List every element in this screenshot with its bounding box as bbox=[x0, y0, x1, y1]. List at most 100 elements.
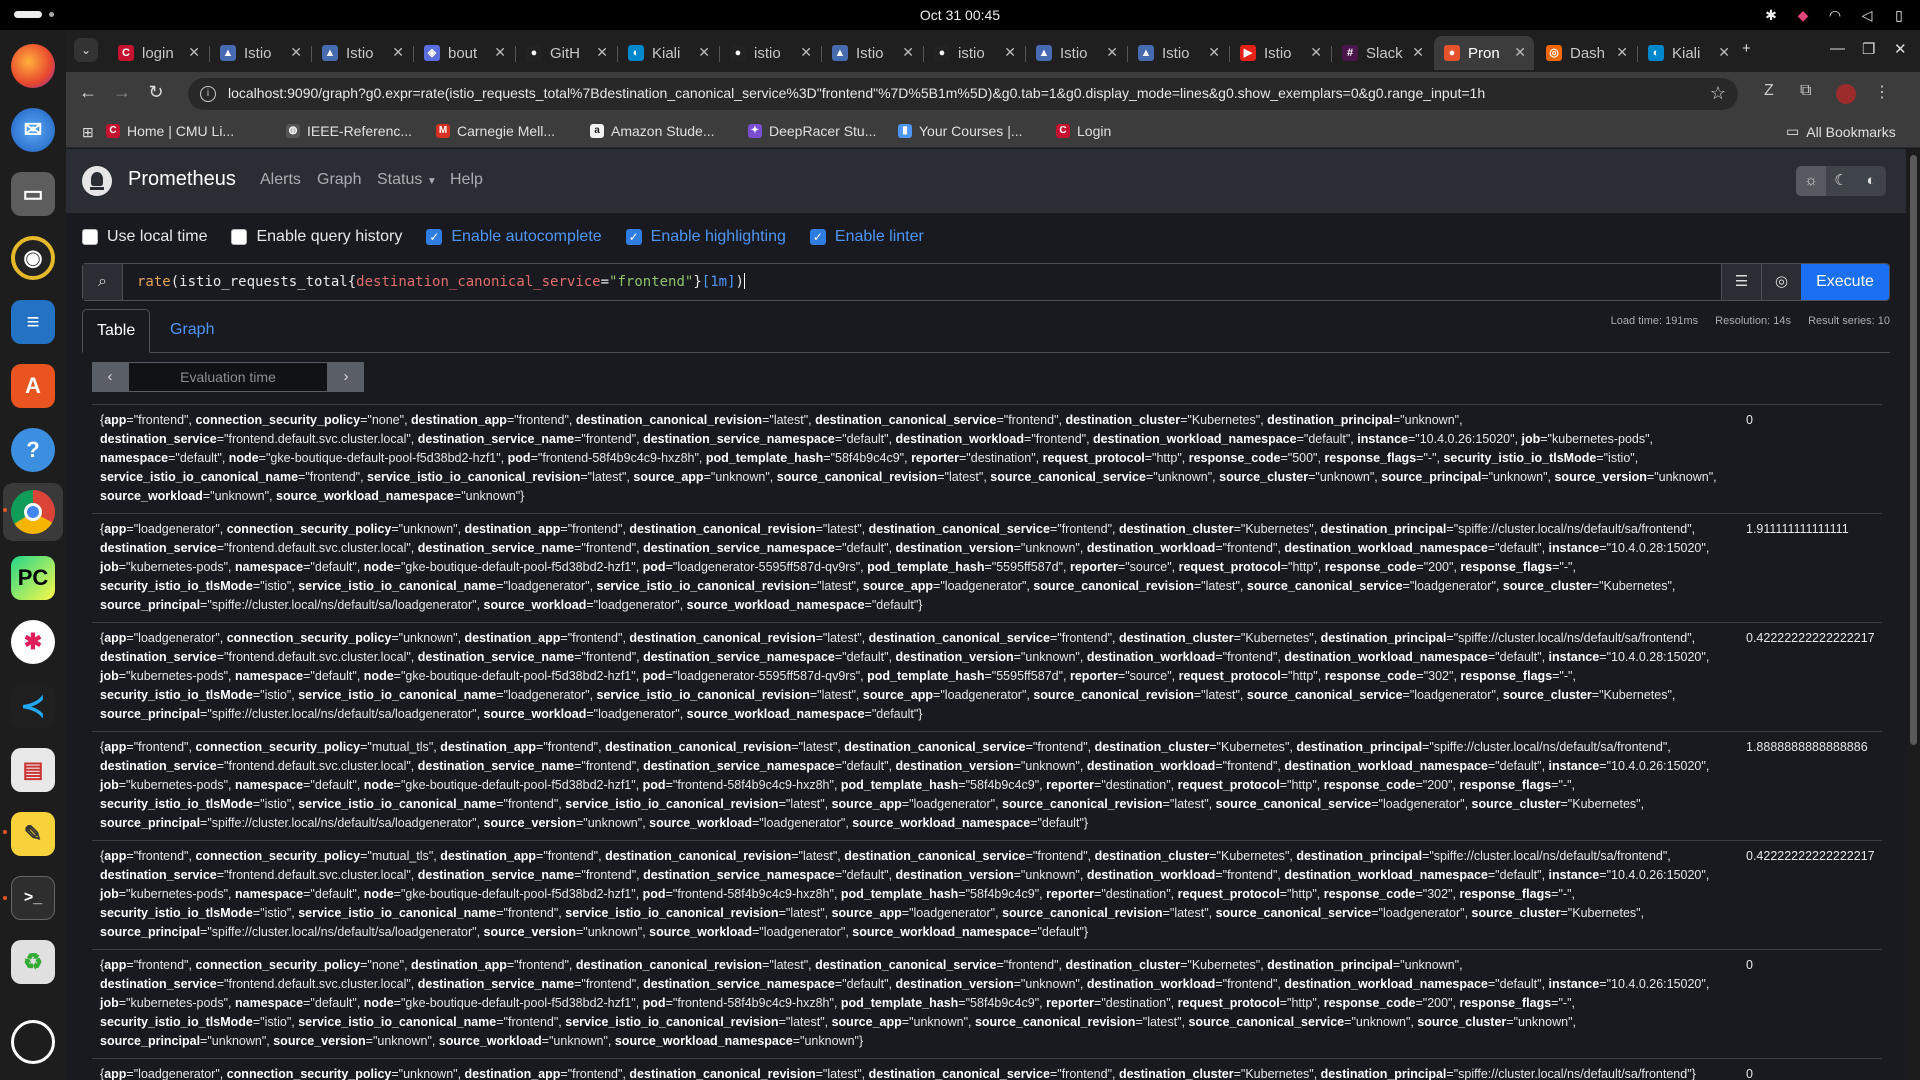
tab-close-icon[interactable]: ✕ bbox=[698, 44, 710, 61]
bookmark-item[interactable]: a Amazon Stude... bbox=[590, 123, 715, 139]
text-editor-icon[interactable]: ✎ bbox=[11, 812, 55, 856]
bookmark-item[interactable]: ✦ DeepRacer Stu... bbox=[748, 123, 876, 139]
firefox-icon[interactable] bbox=[11, 44, 55, 88]
writer-icon[interactable]: ≡ bbox=[11, 300, 55, 344]
terminal-icon[interactable]: >_ bbox=[11, 876, 55, 920]
scrollbar-thumb[interactable] bbox=[1910, 155, 1917, 745]
bookmark-item[interactable]: C Login bbox=[1056, 123, 1111, 139]
browser-tab[interactable]: ● Pron ✕ bbox=[1434, 36, 1534, 70]
apps-grid-icon[interactable]: ⊞ bbox=[82, 124, 94, 141]
restore-icon[interactable]: ❐ bbox=[1862, 40, 1875, 58]
thunderbird-icon[interactable]: ✉ bbox=[11, 108, 55, 152]
brand-title[interactable]: Prometheus bbox=[128, 168, 236, 191]
bookmark-item[interactable]: M Carnegie Mell... bbox=[436, 123, 555, 139]
browser-tab[interactable]: ▲ Istio ✕ bbox=[312, 36, 412, 70]
tab-close-icon[interactable]: ✕ bbox=[902, 44, 914, 61]
app-tray-icon[interactable]: ◆ bbox=[1794, 6, 1812, 24]
tab-graph[interactable]: Graph bbox=[156, 309, 228, 353]
browser-tab[interactable]: ▲ Istio ✕ bbox=[1026, 36, 1126, 70]
system-tray[interactable]: ✱ ◆ ◠ ◁ ▯ bbox=[1762, 6, 1908, 24]
page-scrollbar[interactable] bbox=[1906, 149, 1920, 1080]
bookmark-star-icon[interactable]: ☆ bbox=[1710, 83, 1726, 104]
tab-close-icon[interactable]: ✕ bbox=[1718, 44, 1730, 61]
document-viewer-icon[interactable]: ▤ bbox=[11, 748, 55, 792]
menu-kebab-icon[interactable]: ⋮ bbox=[1874, 82, 1890, 102]
app-center-icon[interactable]: A bbox=[11, 364, 55, 408]
battery-icon[interactable]: ▯ bbox=[1890, 6, 1908, 24]
checkbox[interactable]: ✓ bbox=[426, 229, 443, 245]
forward-icon[interactable]: → bbox=[110, 82, 134, 103]
profile-avatar[interactable] bbox=[1836, 84, 1856, 104]
browser-tab[interactable]: ◐ Kiali ✕ bbox=[618, 36, 718, 70]
option-enable-highlighting[interactable]: ✓ Enable highlighting bbox=[625, 228, 786, 246]
all-bookmarks-folder[interactable]: ▭ All Bookmarks bbox=[1786, 123, 1896, 140]
address-bar[interactable]: i localhost:9090/graph?g0.expr=rate(isti… bbox=[188, 78, 1738, 110]
metrics-explorer-icon[interactable]: ◎ bbox=[1761, 264, 1801, 300]
slack-tray-icon[interactable]: ✱ bbox=[1762, 6, 1780, 24]
tab-close-icon[interactable]: ✕ bbox=[596, 44, 608, 61]
tab-search-icon[interactable]: ⌄ bbox=[74, 38, 98, 62]
browser-tab[interactable]: ● istio ✕ bbox=[720, 36, 820, 70]
tab-close-icon[interactable]: ✕ bbox=[1004, 44, 1016, 61]
nav-alerts[interactable]: Alerts bbox=[260, 171, 301, 189]
prometheus-logo-icon[interactable] bbox=[82, 166, 112, 196]
url-text[interactable]: localhost:9090/graph?g0.expr=rate(istio_… bbox=[228, 85, 1485, 101]
checkbox[interactable]: ✓ bbox=[809, 229, 826, 245]
browser-tab[interactable]: ◈ bout ✕ bbox=[414, 36, 514, 70]
expression-input[interactable]: rate(istio_requests_total{destination_ca… bbox=[137, 273, 745, 290]
bookmark-item[interactable]: C Home | CMU Li... bbox=[106, 123, 234, 139]
option-enable-query-history[interactable]: Enable query history bbox=[231, 228, 402, 246]
slack-icon[interactable]: ✱ bbox=[11, 620, 55, 664]
nav-help[interactable]: Help bbox=[450, 171, 483, 189]
checkbox[interactable]: ✓ bbox=[625, 229, 642, 245]
show-apps-icon[interactable] bbox=[11, 1020, 55, 1064]
browser-tab[interactable]: ● istio ✕ bbox=[924, 36, 1024, 70]
format-expression-icon[interactable]: ☰ bbox=[1721, 264, 1761, 300]
browser-tab[interactable]: ▲ Istio ✕ bbox=[1128, 36, 1228, 70]
minimize-icon[interactable]: — bbox=[1830, 40, 1845, 57]
activities-indicator[interactable] bbox=[14, 11, 54, 19]
tab-close-icon[interactable]: ✕ bbox=[1310, 44, 1322, 61]
nav-graph[interactable]: Graph bbox=[317, 171, 361, 189]
execute-button[interactable]: Execute bbox=[1801, 264, 1889, 300]
browser-tab[interactable]: ▶ Istio ✕ bbox=[1230, 36, 1330, 70]
bookmark-item[interactable]: ◍ IEEE-Referenc... bbox=[286, 123, 412, 139]
tab-close-icon[interactable]: ✕ bbox=[188, 44, 200, 61]
files-icon[interactable]: ▭ bbox=[11, 172, 55, 216]
bookmark-item[interactable]: ▮ Your Courses |... bbox=[898, 123, 1023, 139]
browser-tab[interactable]: ▲ Istio ✕ bbox=[210, 36, 310, 70]
tab-close-icon[interactable]: ✕ bbox=[1514, 44, 1526, 61]
rhythmbox-icon[interactable]: ◉ bbox=[11, 236, 55, 280]
browser-tab[interactable]: ◐ Kiali ✕ bbox=[1638, 36, 1738, 70]
tab-close-icon[interactable]: ✕ bbox=[494, 44, 506, 61]
tab-close-icon[interactable]: ✕ bbox=[392, 44, 404, 61]
eval-next-icon[interactable]: › bbox=[328, 362, 364, 392]
site-info-icon[interactable]: i bbox=[200, 86, 216, 102]
tab-close-icon[interactable]: ✕ bbox=[1412, 44, 1424, 61]
dark-theme-icon[interactable]: ☾ bbox=[1826, 166, 1856, 196]
option-enable-linter[interactable]: ✓ Enable linter bbox=[809, 228, 924, 246]
system-clock[interactable]: Oct 31 00:45 bbox=[920, 7, 1000, 23]
tab-close-icon[interactable]: ✕ bbox=[1208, 44, 1220, 61]
option-use-local-time[interactable]: Use local time bbox=[82, 228, 207, 246]
eval-prev-icon[interactable]: ‹ bbox=[92, 362, 128, 392]
volume-icon[interactable]: ◁ bbox=[1858, 6, 1876, 24]
chrome-icon[interactable] bbox=[11, 490, 55, 534]
new-tab-icon[interactable]: + bbox=[1742, 40, 1751, 57]
reload-icon[interactable]: ↻ bbox=[144, 82, 168, 103]
tab-close-icon[interactable]: ✕ bbox=[800, 44, 812, 61]
tab-close-icon[interactable]: ✕ bbox=[290, 44, 302, 61]
browser-tab[interactable]: Clogin ✕ bbox=[108, 36, 208, 70]
browser-tab[interactable]: ▲ Istio ✕ bbox=[822, 36, 922, 70]
tab-table[interactable]: Table bbox=[82, 309, 151, 353]
extension-z-icon[interactable]: Z bbox=[1764, 82, 1774, 100]
close-window-icon[interactable]: ✕ bbox=[1894, 40, 1907, 58]
checkbox[interactable] bbox=[231, 229, 248, 245]
pycharm-icon[interactable]: PC bbox=[11, 556, 55, 600]
nav-status[interactable]: Status ▼ bbox=[377, 171, 437, 189]
tab-close-icon[interactable]: ✕ bbox=[1616, 44, 1628, 61]
checkbox[interactable] bbox=[82, 229, 98, 245]
wifi-icon[interactable]: ◠ bbox=[1826, 6, 1844, 24]
browser-theme-icon[interactable]: ◐ bbox=[1856, 166, 1886, 196]
help-icon[interactable]: ? bbox=[11, 428, 55, 472]
